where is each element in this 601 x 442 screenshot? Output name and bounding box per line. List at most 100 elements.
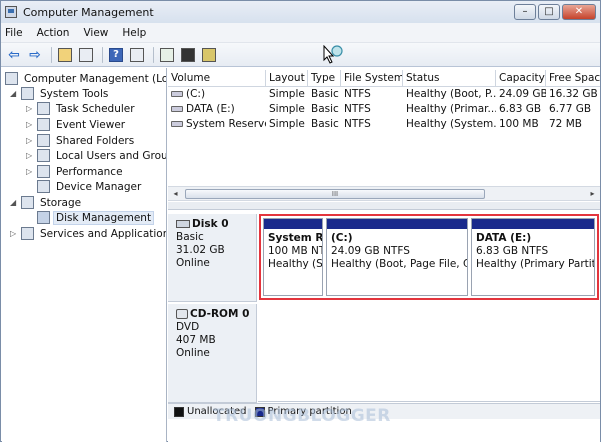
free-space-cell: 72 MB [549,118,582,130]
watermark-text: TRUONGBLOGGER [213,406,391,426]
table-row[interactable]: (C:) Simple Basic NTFS Healthy (Boot, P.… [168,87,600,102]
column-header-volume[interactable]: Volume [168,70,266,87]
disk-type: Basic [176,231,204,243]
tree-item-label: Task Scheduler [56,102,135,115]
show-hide-tree-icon[interactable] [77,46,95,64]
expand-icon[interactable]: ▷ [26,151,35,160]
tree-item-disk-management[interactable]: Disk Management [26,210,155,225]
toolbar-separator [102,46,103,63]
expand-icon[interactable]: ▷ [10,229,19,238]
column-header-status[interactable]: Status [403,70,496,87]
storage-icon [21,196,34,209]
tree-item-event-viewer[interactable]: ▷ Event Viewer [26,117,127,132]
scroll-right-icon[interactable]: ▸ [585,187,600,201]
tree-item-storage[interactable]: ◢ Storage [10,195,83,210]
tree-item-label: Event Viewer [56,118,126,131]
layout-cell: Simple [269,103,305,115]
column-header-free-space[interactable]: Free Space [546,70,600,87]
close-button[interactable]: ✕ [562,4,596,20]
minimize-button[interactable]: – [514,4,536,20]
capacity-cell: 6.83 GB [499,103,542,115]
tree-item-label: Disk Management [52,210,155,225]
tree-item-label: Services and Applications [40,227,167,240]
window-title: Computer Management [23,5,154,19]
tree-item-label: Computer Management (Local [24,72,167,85]
disk-status: Online [176,257,210,269]
disk-0-label[interactable]: Disk 0 Basic 31.02 GB Online [168,214,257,302]
free-space-cell: 16.32 GB [549,88,598,100]
expand-icon[interactable]: ▷ [26,120,35,129]
tree-item-label: Local Users and Groups [56,149,166,162]
tree-item-services-and-applications[interactable]: ▷ Services and Applications [10,226,167,241]
tree-item-task-scheduler[interactable]: ▷ Task Scheduler [26,101,137,116]
device-manager-icon [37,180,50,193]
menu-help[interactable]: Help [122,27,146,39]
type-cell: Basic [311,103,339,115]
tree-item-computer-management[interactable]: Computer Management (Local [5,71,167,86]
capacity-cell: 24.09 GB [499,88,546,100]
capacity-cell: 100 MB [499,118,539,130]
computer-icon [5,72,18,85]
tree-item-local-users-and-groups[interactable]: ▷ Local Users and Groups [26,148,166,163]
maximize-button[interactable]: □ [538,4,560,20]
scroll-thumb[interactable]: III [185,189,485,199]
column-header-type[interactable]: Type [308,70,341,87]
hard-disk-icon [176,220,190,228]
tree-item-label: System Tools [40,87,109,100]
expand-icon[interactable]: ▷ [26,167,35,176]
expand-icon[interactable]: ▷ [26,136,35,145]
horizontal-scrollbar[interactable]: ◂ III ▸ [168,186,600,201]
toolbar-separator [153,46,154,63]
type-cell: Basic [311,88,339,100]
collapse-icon[interactable]: ◢ [10,198,19,207]
cdrom-0-media-area[interactable] [258,304,600,402]
volume-cell: DATA (E:) [168,102,266,117]
back-arrow-icon[interactable]: ⇦ [5,46,23,64]
column-header-file-system[interactable]: File System [341,70,403,87]
column-header-layout[interactable]: Layout [266,70,308,87]
toolbar-separator [51,46,52,63]
up-folder-icon[interactable] [56,46,74,64]
clock-icon [37,102,50,115]
disk-size: 31.02 GB [176,244,225,256]
users-icon [37,149,50,162]
pane-divider[interactable] [168,202,600,210]
forward-arrow-icon[interactable]: ⇨ [26,46,44,64]
services-icon [21,227,34,240]
drive-icon [171,91,183,97]
cdrom-0-label[interactable]: CD-ROM 0 DVD 407 MB Online [168,304,257,403]
export-list-icon[interactable] [179,46,197,64]
free-space-cell: 6.77 GB [549,103,592,115]
file-system-cell: NTFS [344,88,371,100]
file-system-cell: NTFS [344,103,371,115]
disk-size: 407 MB [176,334,216,346]
collapse-icon[interactable]: ◢ [10,89,19,98]
menu-action[interactable]: Action [37,27,70,39]
menu-view[interactable]: View [83,27,108,39]
tree-item-device-manager[interactable]: Device Manager [26,179,143,194]
shared-folder-icon [37,134,50,147]
help-icon[interactable]: ? [107,46,125,64]
settings-icon[interactable] [200,46,218,64]
table-row[interactable]: System Reserved Simple Basic NTFS Health… [168,117,600,132]
expand-icon[interactable]: ▷ [26,104,35,113]
drive-icon [171,121,183,127]
cd-drive-icon [176,309,188,319]
refresh-icon[interactable] [158,46,176,64]
menu-bar: File Action View Help [1,23,600,43]
tree-item-shared-folders[interactable]: ▷ Shared Folders [26,133,136,148]
menu-file[interactable]: File [5,27,23,39]
title-bar: Computer Management – □ ✕ [1,1,600,23]
properties-icon[interactable] [128,46,146,64]
column-header-capacity[interactable]: Capacity [496,70,546,87]
layout-cell: Simple [269,118,305,130]
tree-item-system-tools[interactable]: ◢ System Tools [10,86,110,101]
tree-item-performance[interactable]: ▷ Performance [26,164,125,179]
disk-status: Online [176,347,210,359]
tree-item-label: Shared Folders [56,134,135,147]
tools-icon [21,87,34,100]
table-row[interactable]: DATA (E:) Simple Basic NTFS Healthy (Pri… [168,102,600,117]
type-cell: Basic [311,118,339,130]
disk-management-pane: Volume Layout Type File System Status Ca… [168,68,600,442]
scroll-left-icon[interactable]: ◂ [168,187,183,201]
